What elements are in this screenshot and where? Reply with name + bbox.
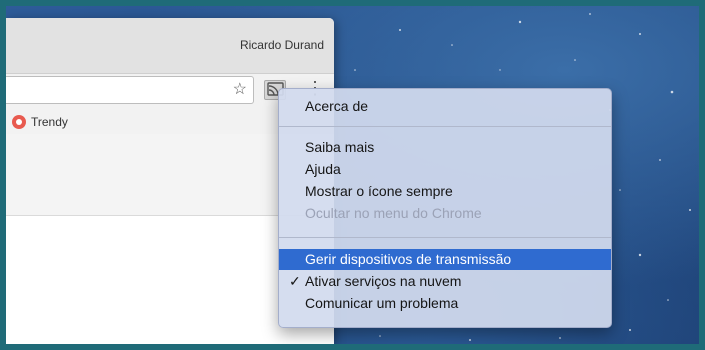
menu-item-learn-more[interactable]: Saiba mais [279, 137, 611, 158]
menu-separator [279, 126, 611, 127]
bookmark-trendy[interactable]: Trendy [12, 113, 68, 131]
cast-context-menu: Acerca de Saiba mais Ajuda Mostrar o íco… [278, 88, 612, 328]
title-bar: Ricardo Durand [6, 18, 334, 74]
menu-item-report-problem[interactable]: Comunicar um problema [279, 293, 611, 314]
menu-item-manage-cast-devices[interactable]: Gerir dispositivos de transmissão [279, 249, 611, 270]
menu-item-always-show-icon[interactable]: Mostrar o ícone sempre [279, 181, 611, 202]
star-icon[interactable]: ☆ [233, 80, 247, 100]
bookmark-label: Trendy [31, 115, 68, 129]
menu-item-help[interactable]: Ajuda [279, 159, 611, 180]
menu-item-enable-cloud-services[interactable]: ✓ Ativar serviços na nuvem [279, 271, 611, 292]
trendy-icon [12, 115, 26, 129]
menu-item-about[interactable]: Acerca de [279, 96, 611, 117]
menu-item-hide-in-menu: Ocultar no menu do Chrome [305, 205, 482, 221]
address-bar[interactable]: ☆ [6, 76, 254, 104]
profile-name-button[interactable]: Ricardo Durand [240, 38, 324, 52]
menu-item-label: Ativar serviços na nuvem [305, 273, 462, 289]
menu-separator [279, 237, 611, 238]
checkmark-icon: ✓ [289, 273, 301, 289]
